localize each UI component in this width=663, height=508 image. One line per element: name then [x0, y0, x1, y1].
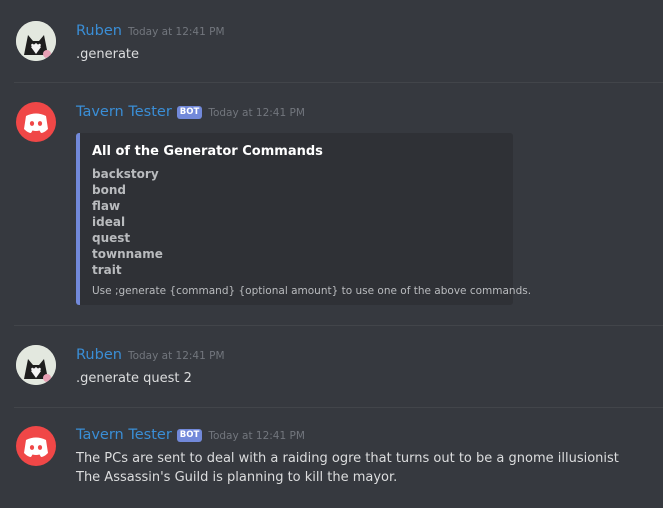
timestamp: Today at 12:41 PM [208, 430, 305, 442]
discord-logo-icon [24, 437, 48, 457]
husky-avatar-icon [16, 345, 56, 385]
message-text: The PCs are sent to deal with a raiding … [76, 451, 619, 466]
embed-title: All of the Generator Commands [92, 144, 323, 159]
message-text: .generate quest 2 [76, 371, 192, 386]
husky-avatar-icon [16, 21, 56, 61]
embed-footer: Use ;generate {command} {optional amount… [92, 285, 532, 297]
username[interactable]: Ruben [76, 23, 122, 39]
message-divider [14, 82, 663, 83]
command-list: backstory bond flaw ideal quest townname… [92, 166, 163, 278]
timestamp: Today at 12:41 PM [208, 107, 305, 119]
bot-avatar[interactable] [16, 102, 56, 142]
command-item: townname [92, 247, 163, 261]
bot-avatar[interactable] [16, 426, 56, 466]
timestamp: Today at 12:41 PM [127, 26, 225, 38]
user-avatar[interactable] [16, 345, 56, 385]
username[interactable]: Ruben [76, 347, 122, 363]
username[interactable]: Tavern Tester [76, 427, 172, 443]
message-text: .generate [76, 47, 140, 62]
command-item: ideal [92, 215, 126, 229]
embed-card: All of the Generator Commands backstory … [76, 133, 531, 305]
message-divider [14, 407, 663, 408]
bot-tag-badge: BOT [176, 429, 203, 442]
command-item: flaw [92, 199, 121, 213]
timestamp: Today at 12:41 PM [127, 350, 225, 362]
command-item: quest [92, 231, 131, 245]
user-avatar[interactable] [16, 21, 56, 61]
discord-logo-icon [24, 113, 48, 133]
message-text: The Assassin's Guild is planning to kill… [76, 470, 398, 485]
username[interactable]: Tavern Tester [76, 104, 172, 120]
command-item: bond [92, 183, 126, 197]
message-divider [14, 325, 663, 326]
command-item: trait [92, 263, 122, 277]
command-item: backstory [92, 167, 159, 181]
bot-tag-badge: BOT [176, 106, 203, 119]
